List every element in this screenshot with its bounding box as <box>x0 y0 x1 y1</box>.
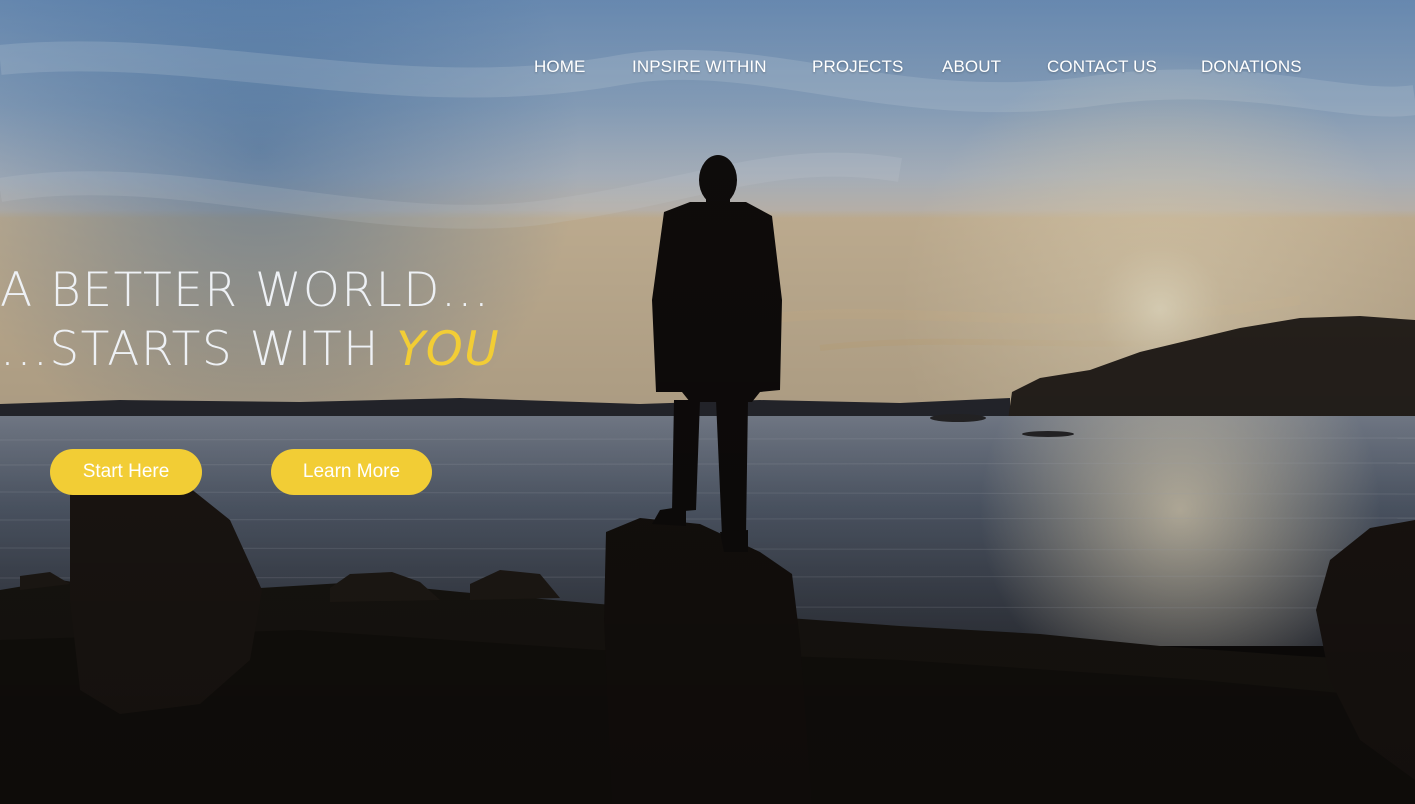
hero-background-image <box>0 0 1415 804</box>
learn-more-button[interactable]: Learn More <box>271 449 432 495</box>
nav-inspire-within[interactable]: INPSIRE WITHIN <box>632 56 767 78</box>
hero-headline-prefix: ...STARTS WITH <box>0 322 397 377</box>
hero-headline-highlight: YOU <box>396 322 501 377</box>
nav-contact-us[interactable]: CONTACT US <box>1047 56 1157 78</box>
main-nav: HOME INPSIRE WITHIN PROJECTS ABOUT CONTA… <box>0 56 1415 80</box>
start-here-button[interactable]: Start Here <box>50 449 202 495</box>
nav-donations[interactable]: DONATIONS <box>1201 56 1302 78</box>
hero-section: HOME INPSIRE WITHIN PROJECTS ABOUT CONTA… <box>0 0 1415 804</box>
nav-projects[interactable]: PROJECTS <box>812 56 903 78</box>
nav-home[interactable]: HOME <box>534 56 585 78</box>
nav-about[interactable]: ABOUT <box>942 56 1001 78</box>
hero-headline-line1: A BETTER WORLD... <box>0 263 491 318</box>
hero-headline-line2: ...STARTS WITH YOU <box>0 325 500 375</box>
